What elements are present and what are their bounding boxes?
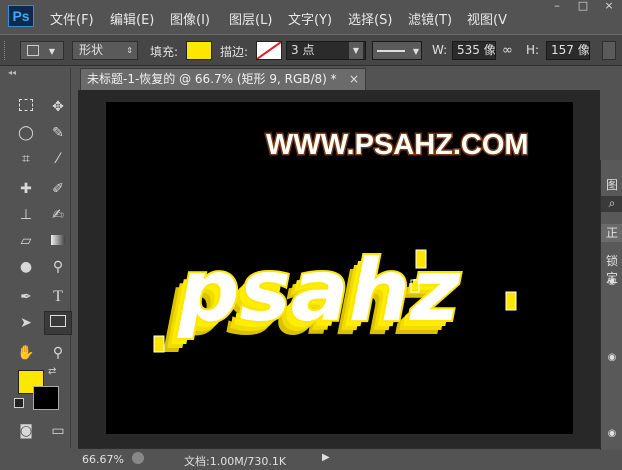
rectangle-icon [27,45,39,56]
collapse-toolbox-icon[interactable]: ◂◂ [8,68,70,77]
shape-mode-select[interactable]: 形状 ⇕ [72,41,138,60]
path-selection-tool-icon[interactable]: ➤ [14,312,38,334]
minimize-button[interactable]: – [546,0,568,14]
stroke-swatch[interactable] [256,41,282,60]
anchor-handle[interactable] [415,249,427,269]
width-field[interactable]: 535 像 [452,41,496,60]
close-tab-button[interactable]: × [349,69,359,90]
visibility-eye-icon[interactable]: ◉ [601,428,622,439]
menu-type[interactable]: 文字(Y) [288,9,332,28]
fill-swatch[interactable] [186,41,212,60]
pen-tool-icon[interactable]: ✒ [14,286,38,308]
close-window-button[interactable]: × [598,0,620,14]
zoom-tool-icon[interactable]: ⚲ [46,342,70,364]
blur-tool-icon[interactable]: ● [14,256,38,278]
stroke-size-field[interactable]: 3 点 ▼ [286,41,366,60]
height-label: H: [526,43,540,57]
chevron-down-icon: ▼ [48,47,55,56]
document-tab-title: 未标题-1-恢复的 @ 66.7% (矩形 9, RGB/8) * [87,72,337,86]
watermark-text: WWW.PSAHZ.COM [266,129,529,161]
type-tool-icon[interactable]: T [46,286,70,308]
menu-layer[interactable]: 图层(L) [229,9,272,28]
stroke-line-icon [377,49,405,52]
options-bar: ▼ 形状 ⇕ 填充: 描边: 3 点 ▼ ▼ W: 535 像 ∞ H: 157… [0,34,622,66]
menu-bar: Ps 文件(F) 编辑(E) 图像(I) 图层(L) 文字(Y) 选择(S) 滤… [0,0,622,34]
options-grip [4,41,8,60]
toolbox: ◂◂ ✥ ◯ ✎ ⌗ ⁄ ✚ ✐ ⊥ ✍ ▱ ● ⚲ ✒ T ➤ ✋ ⚲ ⇄ ◙… [8,68,72,448]
photoshop-logo: Ps [8,5,34,27]
height-field[interactable]: 157 像 [546,41,590,60]
rectangle-tool-icon[interactable] [44,311,72,335]
background-color-swatch[interactable] [33,386,59,410]
visibility-eye-icon[interactable]: ◉ [601,276,622,287]
clone-stamp-tool-icon[interactable]: ⊥ [14,204,38,226]
hand-tool-icon[interactable]: ✋ [14,342,38,364]
eraser-tool-icon[interactable]: ▱ [14,230,38,252]
menu-edit[interactable]: 编辑(E) [110,9,154,28]
fill-label: 填充: [150,45,179,59]
link-icon[interactable]: ∞ [502,43,513,58]
gradient-tool-icon[interactable] [46,230,70,252]
move-tool-icon[interactable]: ✥ [46,96,70,118]
quick-mask-icon[interactable]: ◙ [14,420,38,442]
marquee-tool-icon[interactable] [14,96,38,118]
status-info-icon[interactable] [132,452,144,464]
updown-icon: ⇕ [126,46,133,55]
screen-mode-icon[interactable]: ▭ [46,420,70,442]
menu-file[interactable]: 文件(F) [50,9,94,28]
document-tab[interactable]: 未标题-1-恢复的 @ 66.7% (矩形 9, RGB/8) * × [80,68,366,90]
stroke-label: 描边: [220,45,249,59]
anchor-handle[interactable] [505,291,517,311]
shape-mode-label: 形状 [79,43,104,57]
layer-filter-search[interactable]: ⌕ [601,196,622,212]
stroke-size-value: 3 点 [291,43,315,57]
document-size-info: 文档:1.00M/730.1K [184,455,287,468]
blend-mode-select[interactable]: 正 [601,224,622,242]
menu-select[interactable]: 选择(S) [348,9,392,28]
zoom-level[interactable]: 66.67% [82,453,124,466]
canvas-artwork: WWW.PSAHZ.COM psahz psahz psahz psahz [153,128,530,355]
artboard[interactable]: WWW.PSAHZ.COM psahz psahz psahz psahz [106,102,573,434]
swap-colors-icon[interactable]: ⇄ [48,366,56,377]
visibility-eye-icon[interactable]: ◉ [601,352,622,363]
quick-select-tool-icon[interactable]: ✎ [46,122,70,144]
tool-preset-picker[interactable]: ▼ [20,41,64,60]
maximize-button[interactable]: □ [572,0,594,14]
chevron-down-icon: ▼ [412,47,419,56]
default-colors-icon[interactable] [14,398,24,408]
healing-brush-tool-icon[interactable]: ✚ [14,178,38,200]
lasso-tool-icon[interactable]: ◯ [14,122,38,144]
status-menu-arrow-icon[interactable]: ▶ [322,452,330,463]
width-label: W: [432,43,448,57]
brush-tool-icon[interactable]: ✐ [46,178,70,200]
no-stroke-icon [257,42,281,59]
canvas-area: WWW.PSAHZ.COM psahz psahz psahz psahz [78,90,600,448]
eyedropper-tool-icon[interactable]: ⁄ [46,148,70,170]
path-operations-button[interactable] [602,41,616,60]
chevron-down-icon: ▼ [349,42,363,59]
status-bar: 66.67% 文档:1.00M/730.1K ▶ [78,448,600,470]
anchor-handle[interactable] [153,335,165,353]
crop-tool-icon[interactable]: ⌗ [14,148,38,170]
dodge-tool-icon[interactable]: ⚲ [46,256,70,278]
menu-image[interactable]: 图像(I) [170,9,210,28]
layers-panel: 图层 ⌕ 正 锁定 ◉ ◉ ◉ [600,160,622,450]
history-brush-tool-icon[interactable]: ✍ [46,204,70,226]
stroke-type-select[interactable]: ▼ [372,41,422,60]
menu-filter[interactable]: 滤镜(T) [408,9,452,28]
menu-view[interactable]: 视图(V [467,9,507,28]
